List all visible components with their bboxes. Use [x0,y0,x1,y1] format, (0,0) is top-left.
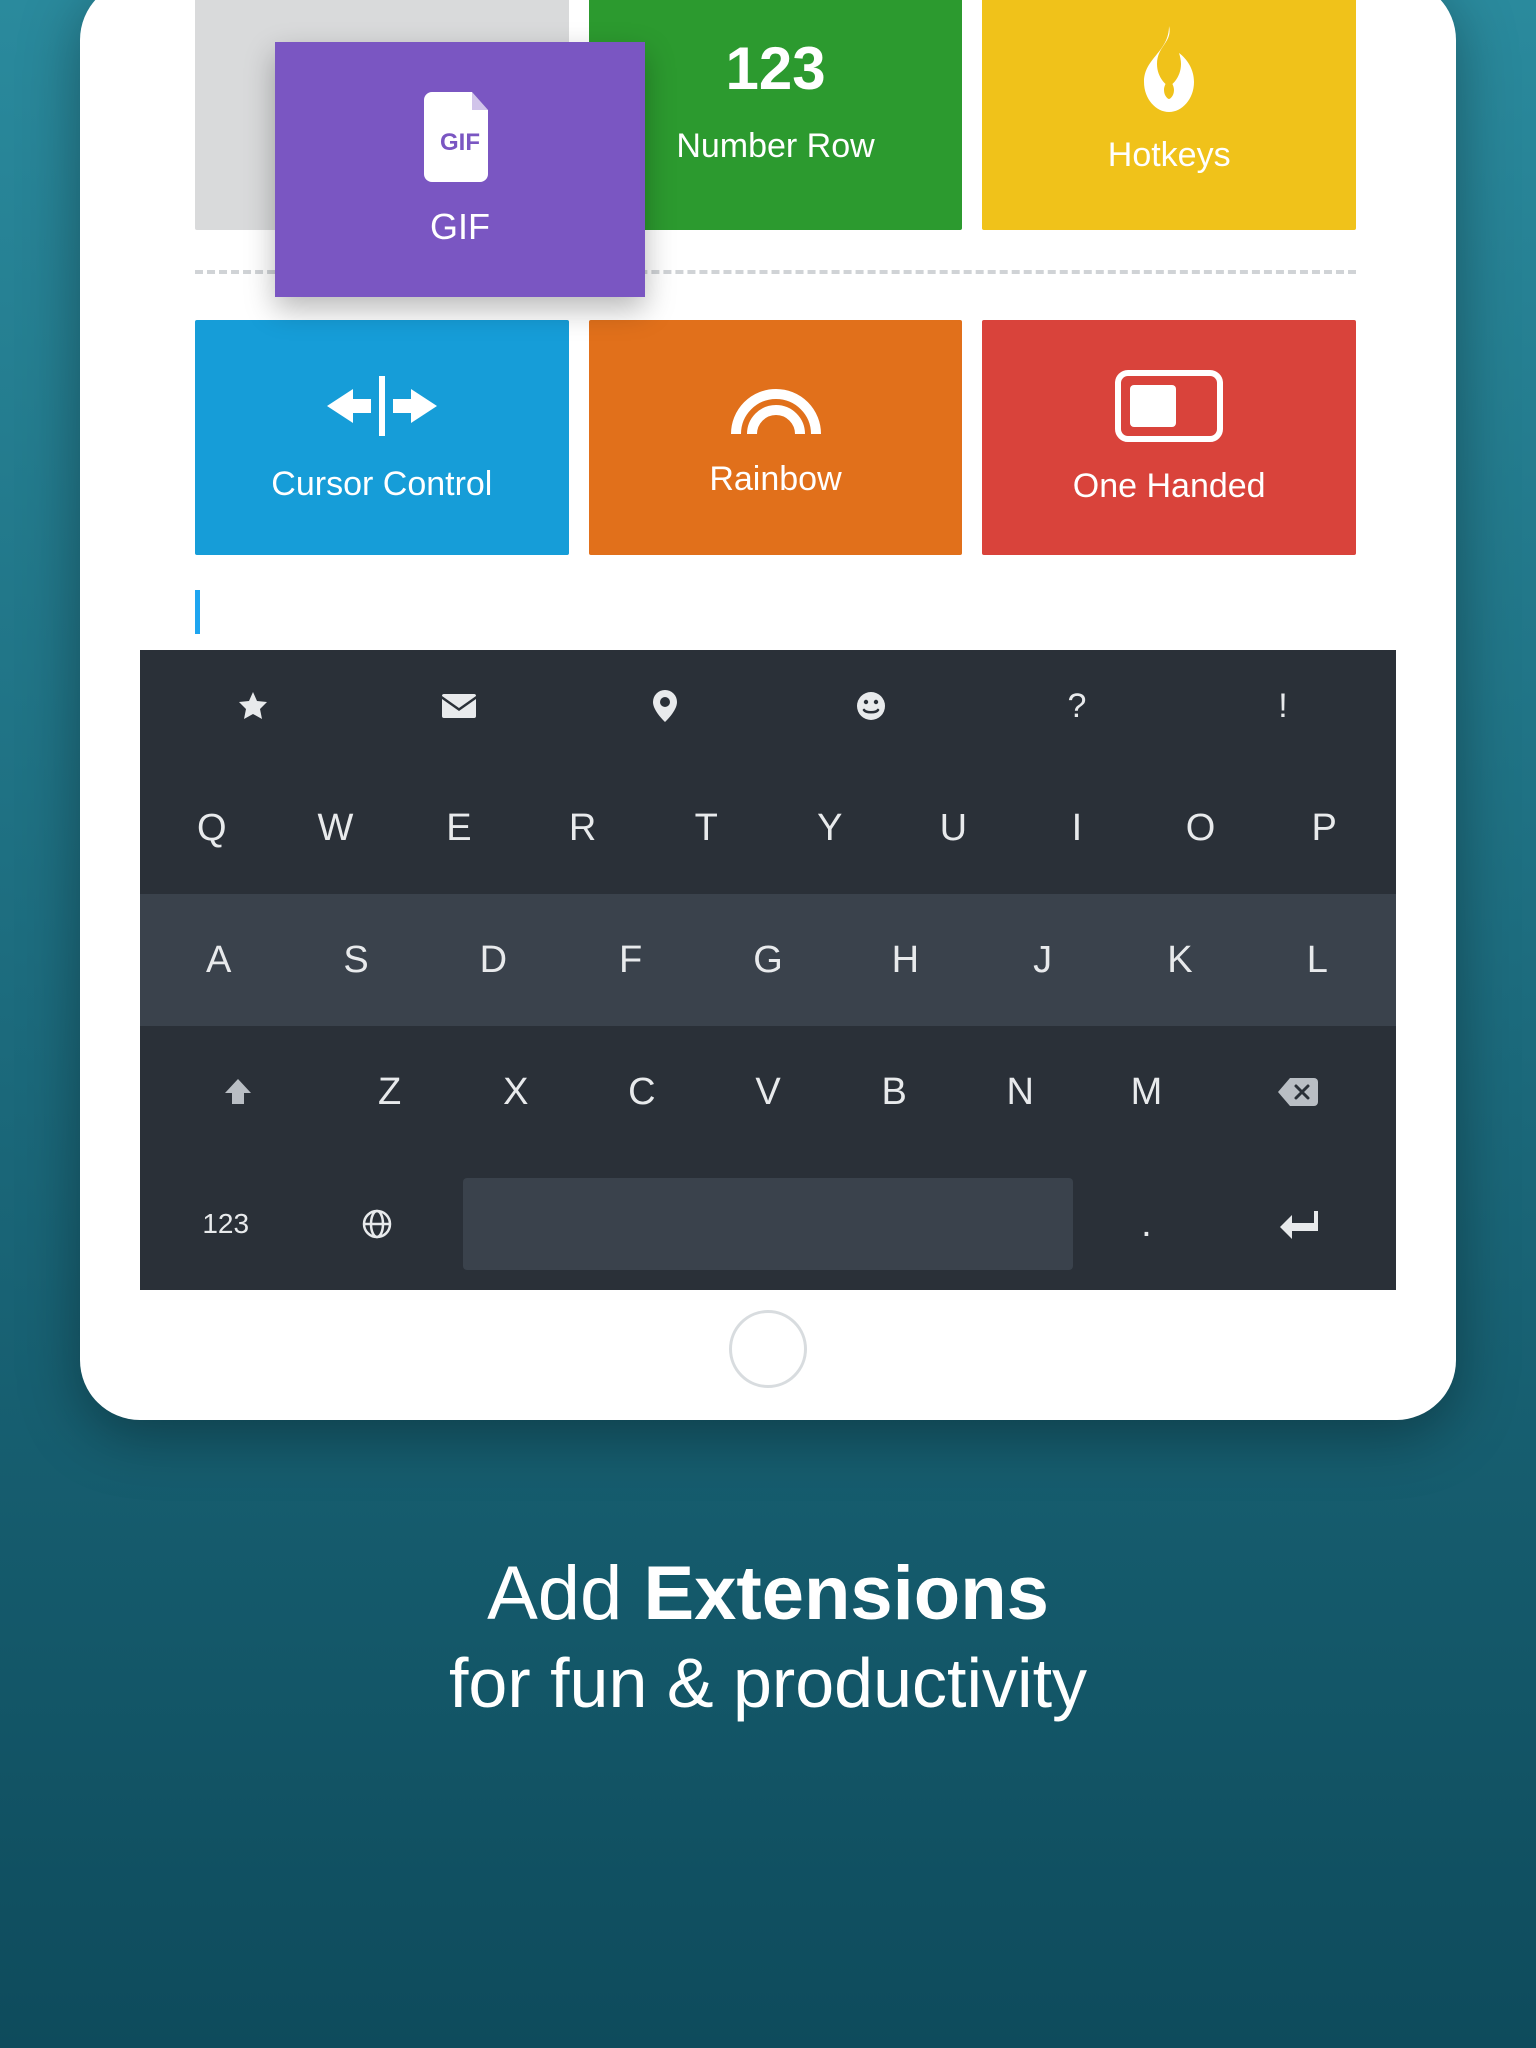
tile-label: Number Row [676,127,874,166]
screen: 123 Number Row Hotkeys Cursor Control [140,0,1396,1290]
key-t[interactable]: T [644,762,768,894]
key-g[interactable]: G [699,894,836,1026]
key-k[interactable]: K [1111,894,1248,1026]
smile-icon [856,691,886,721]
keyboard-row-z: Z X C V B N M [140,1026,1396,1158]
key-123[interactable]: 123 [150,1158,301,1290]
key-backspace[interactable] [1209,1026,1386,1158]
key-y[interactable]: Y [768,762,892,894]
tile-one-handed[interactable]: One Handed [982,320,1356,555]
key-n[interactable]: N [957,1026,1083,1158]
gif-file-icon: GIF [424,92,496,182]
text-cursor [195,590,200,634]
key-d[interactable]: D [425,894,562,1026]
keyboard-shortcut-row: ? ! [140,650,1396,762]
marketing-caption: Add Extensions for fun & productivity [0,1550,1536,1723]
shift-icon [223,1077,253,1107]
key-r[interactable]: R [521,762,645,894]
keyboard-row-bottom: 123 . [140,1158,1396,1290]
key-c[interactable]: C [579,1026,705,1158]
tile-label: One Handed [1073,467,1266,506]
tile-rainbow[interactable]: Rainbow [589,320,963,555]
key-w[interactable]: W [274,762,398,894]
key-o[interactable]: O [1139,762,1263,894]
keyboard-row-a: A S D F G H J K L [140,894,1396,1026]
key-enter[interactable] [1209,1158,1386,1290]
key-i[interactable]: I [1015,762,1139,894]
key-s[interactable]: S [287,894,424,1026]
key-a[interactable]: A [150,894,287,1026]
text-input-strip[interactable] [140,570,1396,650]
rainbow-icon [728,376,824,436]
star-icon [238,691,268,721]
key-globe[interactable] [301,1158,452,1290]
key-e[interactable]: E [397,762,521,894]
tile-label: Hotkeys [1108,136,1231,175]
key-v[interactable]: V [705,1026,831,1158]
key-j[interactable]: J [974,894,1111,1026]
tile-label: Rainbow [709,460,841,499]
pin-icon [653,690,677,722]
key-f[interactable]: F [562,894,699,1026]
backspace-icon [1278,1078,1318,1106]
shortcut-question[interactable]: ? [974,650,1180,762]
key-h[interactable]: H [837,894,974,1026]
tile-label: Cursor Control [271,465,492,504]
enter-icon [1278,1209,1318,1239]
key-l[interactable]: L [1249,894,1386,1026]
number-row-big-text: 123 [725,34,825,103]
one-handed-icon [1114,369,1224,443]
home-button[interactable] [729,1310,807,1388]
svg-text:GIF: GIF [440,129,480,156]
shortcut-mail[interactable] [356,650,562,762]
spacebar [463,1178,1074,1270]
key-space[interactable] [453,1158,1084,1290]
shortcut-exclaim[interactable]: ! [1180,650,1386,762]
keyboard: ? ! Q W E R T Y U I O P A S D F G [140,650,1396,1290]
tile-label: GIF [430,206,490,248]
mail-icon [442,694,476,718]
shortcut-star[interactable] [150,650,356,762]
key-period[interactable]: . [1083,1158,1209,1290]
key-x[interactable]: X [453,1026,579,1158]
key-u[interactable]: U [892,762,1016,894]
key-b[interactable]: B [831,1026,957,1158]
globe-icon [361,1208,393,1240]
flame-icon [1134,26,1204,112]
cursor-arrows-icon [327,371,437,441]
key-shift[interactable] [150,1026,327,1158]
tile-cursor-control[interactable]: Cursor Control [195,320,569,555]
key-z[interactable]: Z [327,1026,453,1158]
key-q[interactable]: Q [150,762,274,894]
tile-gif-dragging[interactable]: GIF GIF [275,42,645,297]
shortcut-emoji[interactable] [768,650,974,762]
tile-hotkeys[interactable]: Hotkeys [982,0,1356,230]
shortcut-location[interactable] [562,650,768,762]
key-p[interactable]: P [1262,762,1386,894]
device-frame: 123 Number Row Hotkeys Cursor Control [80,0,1456,1420]
key-m[interactable]: M [1083,1026,1209,1158]
keyboard-row-q: Q W E R T Y U I O P [140,762,1396,894]
